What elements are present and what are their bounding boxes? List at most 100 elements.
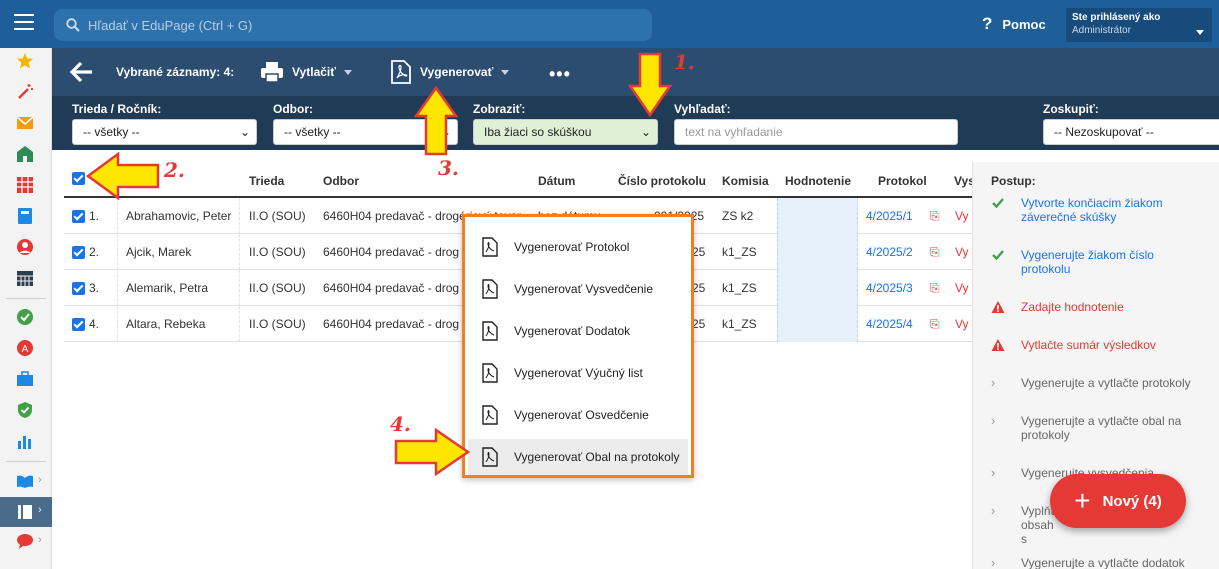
menu-item-generate-attestation[interactable]: Vygenerovať Osvedčenie <box>468 397 688 433</box>
warning-icon <box>991 339 1005 351</box>
selected-count-label: Vybrané záznamy: 4: <box>116 65 235 79</box>
student-field: 6460H04 predavač - drog <box>323 317 460 331</box>
menu-item-generate-certificate[interactable]: Vygenerovať Vysvedčenie <box>468 271 688 307</box>
group-filter-label: Zoskupiť: <box>1043 102 1099 116</box>
menu-item-label: Vygenerovať Dodatok <box>514 324 631 338</box>
menu-item-generate-protocol[interactable]: Vygenerovať Protokol <box>468 229 688 265</box>
check-icon <box>992 250 1004 261</box>
grades-icon[interactable]: A <box>16 339 34 357</box>
student-class: II.O (SOU) <box>249 281 306 295</box>
caret-down-icon <box>1196 30 1204 35</box>
generate-label: Vygenerovať <box>420 65 494 79</box>
protocol-link[interactable]: 4/2025/2 <box>866 245 913 259</box>
annotation-arrow-left-icon <box>86 152 160 200</box>
column-header-trieda[interactable]: Trieda <box>249 174 284 188</box>
show-filter-select[interactable]: Iba žiaci so skúškou ⌄ <box>473 119 658 145</box>
caret-down-icon <box>501 69 510 75</box>
pdf-icon[interactable]: ⎘ <box>930 281 940 296</box>
search-icon <box>66 18 80 32</box>
help-button[interactable]: ? Pomoc <box>982 14 1046 34</box>
column-header-protokol[interactable]: Protokol <box>878 174 927 188</box>
pdf-icon[interactable]: ⎘ <box>930 317 940 332</box>
step-label: Vytvorte končiacim žiakom záverečné skúš… <box>1021 196 1163 224</box>
certificate-link[interactable]: Vy <box>955 209 969 223</box>
field-filter-label: Odbor: <box>273 102 313 116</box>
book-icon[interactable] <box>16 207 34 225</box>
hodnotenie-cell[interactable] <box>777 270 858 306</box>
timetable-icon[interactable] <box>16 176 34 194</box>
school-icon[interactable] <box>16 145 34 163</box>
menu-item-generate-supplement[interactable]: Vygenerovať Dodatok <box>468 313 688 349</box>
chevron-right-icon: › <box>991 465 996 480</box>
row-checkbox[interactable] <box>72 282 85 295</box>
show-filter-label: Zobraziť: <box>473 102 526 116</box>
chat-icon[interactable] <box>16 532 34 550</box>
procedure-title: Postup: <box>991 174 1036 188</box>
shield-icon[interactable] <box>16 401 34 419</box>
new-button[interactable]: + Nový (4) <box>1050 474 1186 528</box>
row-checkbox[interactable] <box>72 246 85 259</box>
group-filter-select[interactable]: -- Nezoskupovať -- <box>1043 119 1219 145</box>
briefcase-icon[interactable] <box>16 370 34 388</box>
column-header-datum[interactable]: Dátum <box>538 174 575 188</box>
hodnotenie-cell[interactable] <box>777 234 858 270</box>
column-header-cislo[interactable]: Číslo protokolu <box>618 174 706 188</box>
select-all-checkbox[interactable] <box>72 172 85 185</box>
class-filter-label: Trieda / Ročník: <box>72 102 162 116</box>
row-checkbox[interactable] <box>72 318 85 331</box>
annotation-arrow-up-icon <box>414 86 458 156</box>
class-filter-select[interactable]: -- všetky -- ⌄ <box>72 119 257 145</box>
more-options-button[interactable]: ••• <box>549 64 571 85</box>
step-label: Vytlačte sumár výsledkov <box>1021 338 1156 352</box>
chevron-right-icon: › <box>991 503 996 518</box>
generate-button[interactable]: Vygenerovať <box>390 60 510 84</box>
pdf-icon[interactable]: ⎘ <box>930 209 940 224</box>
student-class: II.O (SOU) <box>249 317 306 331</box>
search-filter-input[interactable] <box>674 119 958 145</box>
certificate-link[interactable]: Vy <box>955 317 969 331</box>
mail-icon[interactable] <box>16 114 34 132</box>
student-class: II.O (SOU) <box>249 209 306 223</box>
svg-text:A: A <box>22 344 29 355</box>
protocol-number: 25 <box>692 281 706 295</box>
certificate-link[interactable]: Vy <box>955 245 969 259</box>
user-icon[interactable] <box>16 238 34 256</box>
menu-item-generate-apprentice-cert[interactable]: Vygenerovať Výučný list <box>468 355 688 391</box>
protocol-link[interactable]: 4/2025/1 <box>866 209 913 223</box>
global-search-input[interactable] <box>88 16 628 34</box>
magic-wand-icon[interactable] <box>16 83 34 101</box>
chevron-right-icon: › <box>991 375 996 390</box>
menu-icon[interactable] <box>14 14 34 32</box>
star-icon[interactable] <box>16 52 34 70</box>
hodnotenie-cell[interactable] <box>777 306 858 342</box>
back-arrow-icon[interactable] <box>70 61 94 83</box>
check-circle-icon[interactable] <box>16 308 34 326</box>
pdf-icon[interactable]: ⎘ <box>930 245 940 260</box>
column-header-komisia[interactable]: Komisia <box>722 174 769 188</box>
menu-item-label: Vygenerovať Protokol <box>514 240 630 254</box>
account-menu[interactable]: Ste prihlásený ako Administrátor <box>1066 8 1212 42</box>
protocol-link[interactable]: 4/2025/3 <box>866 281 913 295</box>
hodnotenie-cell[interactable] <box>777 198 858 234</box>
calendar-icon[interactable] <box>16 269 34 287</box>
protocol-link[interactable]: 4/2025/4 <box>866 317 913 331</box>
chevron-right-icon: › <box>38 474 42 486</box>
pdf-file-icon <box>482 279 498 299</box>
account-caption: Ste prihlásený ako <box>1072 12 1161 23</box>
chart-icon[interactable] <box>16 432 34 450</box>
print-button[interactable]: Vytlačiť <box>260 60 352 84</box>
global-search[interactable] <box>54 9 652 41</box>
column-header-odbor[interactable]: Odbor <box>323 174 359 188</box>
menu-item-generate-protocol-cover[interactable]: Vygenerovať Obal na protokoly <box>468 439 688 475</box>
exam-book-icon[interactable] <box>16 503 34 521</box>
row-number: 3. <box>89 281 100 295</box>
search-filter-label: Vyhľadať: <box>674 102 731 116</box>
commission: ZS k2 <box>722 209 754 223</box>
student-class: II.O (SOU) <box>249 245 306 259</box>
column-header-hodnotenie[interactable]: Hodnotenie <box>785 174 851 188</box>
open-book-icon[interactable] <box>16 472 34 490</box>
row-checkbox[interactable] <box>72 210 85 223</box>
left-sidebar: A › › › <box>0 48 52 569</box>
annotation-label-2: 2. <box>164 158 185 182</box>
certificate-link[interactable]: Vy <box>955 281 969 295</box>
